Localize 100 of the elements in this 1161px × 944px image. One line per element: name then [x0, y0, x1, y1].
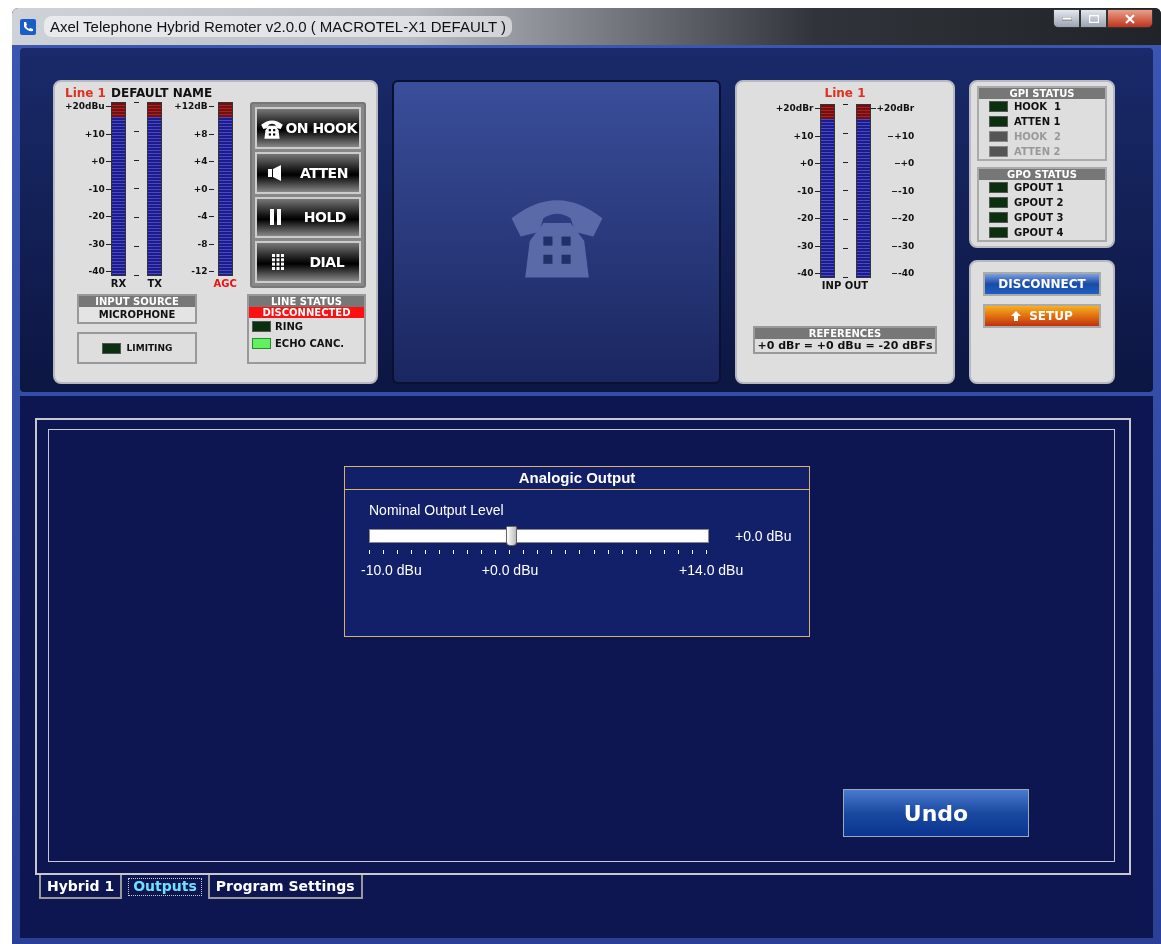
minimize-button[interactable]: [1053, 9, 1080, 28]
tick-mark: [814, 108, 820, 109]
tick-mark: [134, 102, 140, 103]
tick-mark: [453, 550, 455, 554]
tick-mark: [814, 163, 820, 164]
tick-mark: [481, 550, 483, 554]
line-button[interactable]: ATTEN: [254, 151, 361, 194]
tab[interactable]: Program Settings: [207, 875, 363, 899]
tick-mark: [677, 550, 679, 554]
tick-mark: [892, 273, 898, 274]
tick-mark: [105, 271, 111, 272]
tick-mark: [383, 550, 385, 554]
scale-label: +0.0 dBu: [481, 562, 539, 578]
box-heading: GPO STATUS: [979, 169, 1105, 180]
line-label: Line 1: [65, 86, 106, 100]
tick-mark: [105, 161, 111, 162]
tab[interactable]: Hybrid 1: [39, 875, 123, 899]
tick-mark: [411, 550, 413, 554]
scale-label: +14.0 dBu: [679, 562, 744, 578]
arrow-up-icon: [1011, 311, 1022, 321]
input-source-value: MICROPHONE: [97, 308, 177, 322]
status-label: GPOUT 3: [1014, 212, 1064, 223]
tick-mark: [208, 106, 214, 107]
status-label: HOOK 2: [1014, 131, 1062, 142]
scale-label: -10.0 dBu: [361, 562, 422, 578]
tick-mark: [105, 188, 111, 190]
tick-mark: [842, 219, 848, 221]
tick-mark: [208, 243, 214, 245]
status-label: RING: [275, 321, 303, 332]
scale-label: -10: [898, 186, 915, 196]
line-button[interactable]: DIAL: [254, 241, 361, 283]
box-heading: REFERENCES: [755, 328, 935, 339]
status-label: ATTEN 2: [1014, 146, 1061, 157]
tick-mark: [814, 245, 820, 247]
tick-mark: [134, 217, 140, 219]
close-button[interactable]: [1107, 9, 1153, 28]
undo-button[interactable]: Undo: [843, 789, 1029, 837]
meter-label: INP OUT: [821, 280, 869, 291]
line-button[interactable]: HOLD: [254, 196, 361, 239]
scale-label: -10: [88, 184, 105, 194]
tick-mark: [842, 190, 848, 192]
box-heading: LINE STATUS: [249, 296, 364, 307]
meter-label: TX: [147, 278, 162, 289]
box-heading: GPI STATUS: [979, 88, 1105, 99]
scale-label: +0: [90, 157, 105, 166]
tick-mark: [397, 550, 399, 554]
status-label: GPOUT 2: [1014, 197, 1064, 208]
slider-track[interactable]: [369, 529, 709, 543]
tick-mark: [523, 550, 525, 554]
tick-mark: [105, 106, 111, 107]
status-label: ATTEN 1: [1014, 116, 1061, 127]
tick-mark: [705, 550, 707, 554]
tick-mark: [870, 108, 876, 109]
status-label: GPOUT 1: [1014, 182, 1064, 193]
slider-thumb[interactable]: [505, 526, 517, 546]
scale-label: -30: [797, 241, 814, 251]
scale-label: +4: [193, 157, 208, 166]
status-badge: DISCONNECTED: [249, 307, 364, 318]
scale-label: -8: [197, 239, 208, 249]
status-label: HOOK 1: [1014, 101, 1062, 112]
tick-mark: [208, 161, 214, 162]
tick-mark: [607, 550, 609, 554]
tick-mark: [537, 550, 539, 554]
speaker-icon: [267, 164, 282, 181]
tick-mark: [105, 243, 111, 245]
tick-mark: [663, 550, 665, 554]
tick-mark: [565, 550, 567, 554]
meter-label: RX: [110, 278, 127, 289]
scale-label: +10: [793, 131, 814, 141]
tick-mark: [134, 274, 140, 276]
scale-label: -40: [88, 267, 105, 276]
line-name: DEFAULT NAME: [110, 86, 213, 100]
scale-label: +8: [193, 129, 208, 139]
phone-icon: [20, 18, 36, 35]
tick-mark: [208, 216, 214, 217]
tick-mark: [814, 273, 820, 274]
tick-mark: [814, 135, 820, 137]
tick-mark: [621, 550, 623, 554]
maximize-button[interactable]: [1080, 9, 1107, 28]
disconnect-button[interactable]: DISCONNECT: [983, 272, 1101, 296]
tick-mark: [892, 218, 898, 219]
scale-label: -20: [88, 212, 105, 221]
tick-mark: [208, 188, 214, 190]
tick-mark: [814, 218, 820, 219]
tick-mark: [691, 550, 693, 554]
tick-mark: [842, 161, 848, 163]
scale-label: -20: [898, 214, 915, 223]
tick-mark: [649, 550, 651, 554]
tick-mark: [888, 135, 894, 137]
tab[interactable]: Outputs: [125, 875, 205, 899]
scale-label: -4: [197, 212, 208, 221]
tick-mark: [814, 190, 820, 192]
tick-mark: [134, 188, 140, 190]
tick-mark: [208, 271, 214, 272]
tick-mark: [509, 550, 511, 554]
scale-label: +0: [799, 159, 814, 168]
group-title: Analogic Output: [345, 467, 809, 490]
close-icon: [1125, 13, 1135, 24]
line-button[interactable]: ON HOOK: [254, 107, 361, 149]
slider-value: +0.0 dBu: [735, 528, 792, 544]
